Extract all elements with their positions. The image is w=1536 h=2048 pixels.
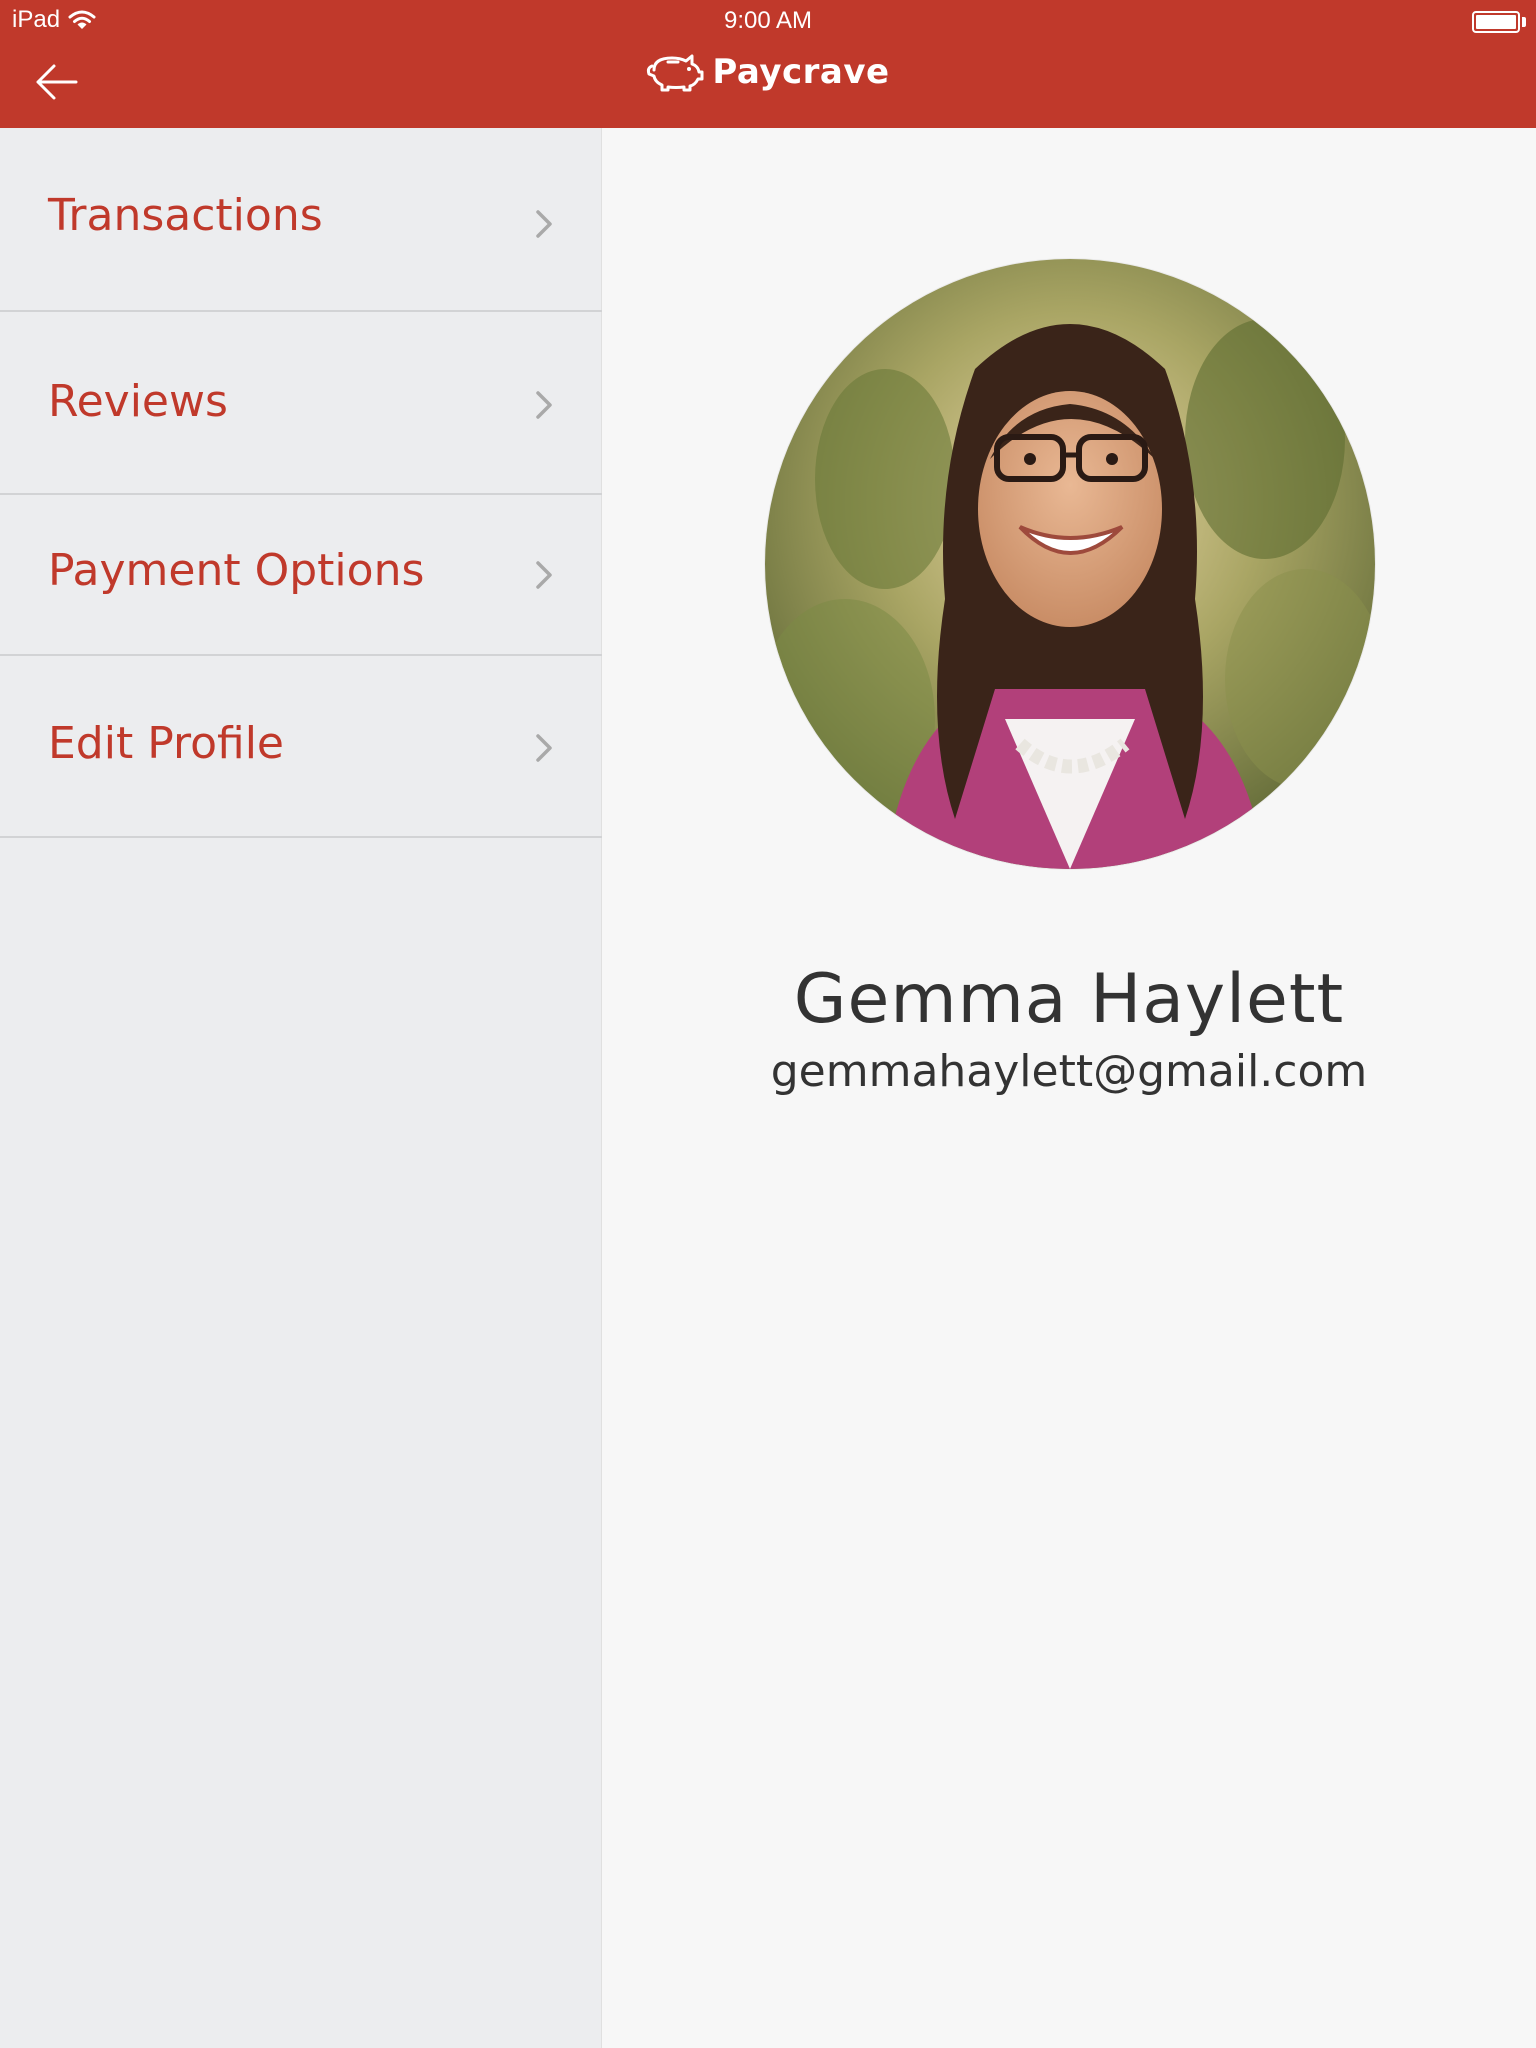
sidebar-item-label: Reviews	[48, 376, 228, 427]
sidebar-item-label: Edit Profile	[48, 718, 285, 769]
chevron-right-icon	[536, 391, 552, 419]
app-name: Paycrave	[712, 52, 890, 92]
profile-panel: Gemma Haylett gemmahaylett@gmail.com	[602, 128, 1536, 2048]
app-header: iPad 9:00 AM Paycrave	[0, 0, 1536, 128]
sidebar-item-edit-profile[interactable]: Edit Profile	[0, 656, 602, 838]
avatar	[765, 259, 1375, 869]
chevron-right-icon	[536, 561, 552, 589]
status-time: 9:00 AM	[723, 7, 813, 34]
app-logo: Paycrave	[0, 52, 1536, 92]
profile-email: gemmahaylett@gmail.com	[770, 1046, 1368, 1097]
piggy-bank-icon	[647, 54, 704, 92]
profile-name: Gemma Haylett	[793, 960, 1345, 1039]
sidebar-item-transactions[interactable]: Transactions	[0, 128, 602, 312]
chevron-right-icon	[536, 210, 552, 238]
sidebar-menu: Transactions Reviews Payment Options Edi…	[0, 128, 602, 2048]
sidebar-item-label: Payment Options	[48, 545, 425, 596]
sidebar-item-payment-options[interactable]: Payment Options	[0, 495, 602, 656]
profile-photo	[765, 259, 1375, 869]
chevron-right-icon	[536, 734, 552, 762]
battery-icon	[1472, 11, 1520, 33]
status-bar: iPad 9:00 AM	[0, 0, 1536, 40]
battery-nub	[1522, 17, 1526, 27]
sidebar-item-label: Transactions	[48, 190, 323, 241]
sidebar-item-reviews[interactable]: Reviews	[0, 312, 602, 495]
